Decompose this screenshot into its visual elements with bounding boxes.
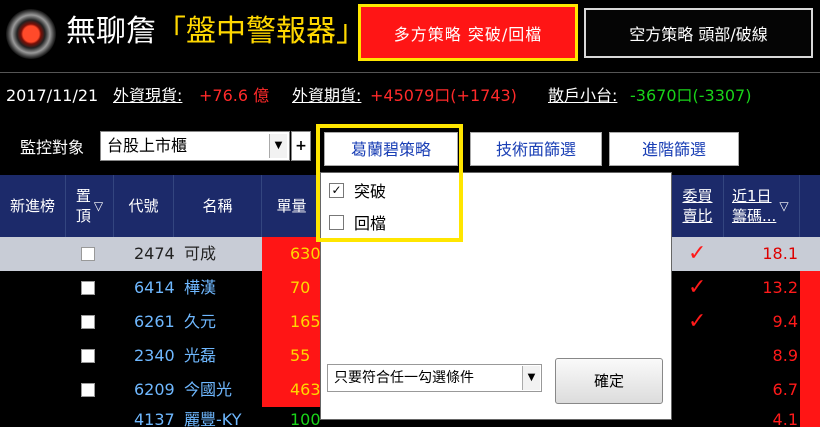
breakout-checkbox[interactable]: ✓	[329, 182, 344, 198]
sort-down-icon: ▽	[779, 199, 789, 213]
condition-select-value: 只要符合任一勾選條件	[334, 370, 474, 386]
app-title-name: 「盤中警報器」	[156, 14, 366, 49]
pin-checkbox[interactable]	[81, 281, 95, 295]
divider	[0, 72, 820, 73]
stock-code: 6209	[134, 380, 175, 399]
market-date: 2017/11/21	[6, 86, 99, 105]
stock-code: 6414	[134, 278, 175, 297]
tab-technical-filter[interactable]: 技術面篩選	[470, 132, 602, 166]
volume-cell: 100	[262, 407, 321, 427]
d1-cell: 8.9	[772, 346, 798, 365]
control-bar: 監控對象 台股上市櫃 ▼ + 葛蘭碧策略 技術面篩選 進階篩選	[0, 120, 820, 175]
pin-checkbox[interactable]	[81, 247, 95, 261]
retail-mini-label[interactable]: 散戶小台:	[548, 78, 617, 114]
overflow-cell	[800, 271, 820, 305]
sort-down-icon: ▽	[93, 199, 104, 213]
stock-name[interactable]: 麗豐-KY	[184, 407, 241, 427]
overflow-cell	[800, 407, 820, 427]
overflow-cell	[800, 339, 820, 373]
chevron-down-icon[interactable]: ▼	[269, 134, 287, 158]
check-icon: ✓	[688, 241, 707, 266]
app-title: 無聊詹「盤中警報器」	[66, 12, 366, 52]
market-info-bar: 2017/11/21 外資現貨: +76.6 億 外資期貨: +45079口(+…	[0, 78, 820, 114]
volume-cell: 70	[262, 271, 320, 305]
col-more[interactable]	[800, 175, 820, 237]
tab-granville-strategy[interactable]: 葛蘭碧策略	[324, 132, 458, 166]
stock-name[interactable]: 樺漢	[184, 271, 216, 305]
pin-checkbox[interactable]	[81, 349, 95, 363]
check-icon: ✓	[688, 309, 707, 334]
option-pullback[interactable]: 回檔	[329, 209, 386, 235]
strategy-options-popup: ✓ 突破 回檔 只要符合任一勾選條件 ▼ 確定	[320, 172, 672, 420]
short-strategy-button[interactable]: 空方策略 頭部/破線	[584, 8, 813, 58]
col-inst-buy[interactable]: 委買 賣比	[672, 175, 724, 237]
d1-cell: 13.2	[762, 278, 798, 297]
col-pin-label: 置 頂	[75, 187, 91, 225]
col-name[interactable]: 名稱	[174, 175, 262, 237]
pin-checkbox[interactable]	[81, 315, 95, 329]
foreign-futures-value: +45079口(+1743)	[370, 86, 517, 105]
d1-cell: 6.7	[772, 380, 798, 399]
stock-code: 2340	[134, 346, 175, 365]
col-code[interactable]: 代號	[114, 175, 174, 237]
market-select[interactable]: 台股上市櫃 ▼	[100, 131, 290, 161]
d1-cell: 4.1	[772, 410, 798, 427]
title-bar: 無聊詹「盤中警報器」 多方策略 突破/回檔 空方策略 頭部/破線	[0, 0, 820, 70]
check-icon: ✓	[688, 275, 707, 300]
stock-name[interactable]: 可成	[184, 237, 216, 271]
overflow-cell	[800, 305, 820, 339]
volume-cell: 165	[262, 305, 321, 339]
foreign-spot-value: +76.6 億	[199, 86, 270, 105]
option-pullback-label: 回檔	[354, 214, 387, 233]
col-volume[interactable]: 單量	[262, 175, 322, 237]
stock-code: 6261	[134, 312, 175, 331]
long-strategy-button[interactable]: 多方策略 突破/回檔	[358, 4, 578, 61]
stock-name[interactable]: 今國光	[184, 373, 232, 407]
tab-advanced-filter[interactable]: 進階篩選	[609, 132, 739, 166]
foreign-futures-label[interactable]: 外資期貨:	[292, 78, 361, 114]
app-logo-icon	[6, 9, 56, 59]
col-d1[interactable]: 近1日 籌碼... ▽	[724, 175, 800, 237]
stock-code: 4137	[134, 410, 175, 427]
market-select-value: 台股上市櫃	[107, 136, 188, 155]
add-market-button[interactable]: +	[291, 131, 311, 161]
condition-select[interactable]: 只要符合任一勾選條件 ▼	[327, 364, 542, 392]
col-inst-buy-label: 委買 賣比	[682, 187, 713, 225]
d1-cell: 18.1	[762, 244, 798, 263]
stock-name[interactable]: 光磊	[184, 339, 216, 373]
option-breakout-label: 突破	[354, 182, 387, 201]
monitor-label: 監控對象	[20, 138, 85, 157]
volume-cell: 463	[262, 373, 321, 407]
chevron-down-icon[interactable]: ▼	[522, 366, 540, 390]
col-pin[interactable]: 置 頂 ▽	[66, 175, 114, 237]
d1-cell: 9.4	[772, 312, 798, 331]
pin-checkbox[interactable]	[81, 383, 95, 397]
overflow-cell	[800, 237, 820, 271]
retail-mini-value: -3670口(-3307)	[630, 86, 752, 105]
confirm-button[interactable]: 確定	[555, 358, 663, 404]
col-new[interactable]: 新進榜	[0, 175, 66, 237]
foreign-spot-label[interactable]: 外資現貨:	[113, 78, 182, 114]
option-breakout[interactable]: ✓ 突破	[329, 177, 386, 203]
pullback-checkbox[interactable]	[329, 214, 344, 230]
stock-code: 2474	[134, 244, 175, 263]
volume-cell: 630	[262, 237, 321, 271]
stock-name[interactable]: 久元	[184, 305, 216, 339]
col-d1-label: 近1日 籌碼...	[732, 187, 777, 225]
overflow-cell	[800, 373, 820, 407]
volume-cell: 55	[262, 339, 320, 373]
app-title-prefix: 無聊詹	[66, 14, 156, 49]
